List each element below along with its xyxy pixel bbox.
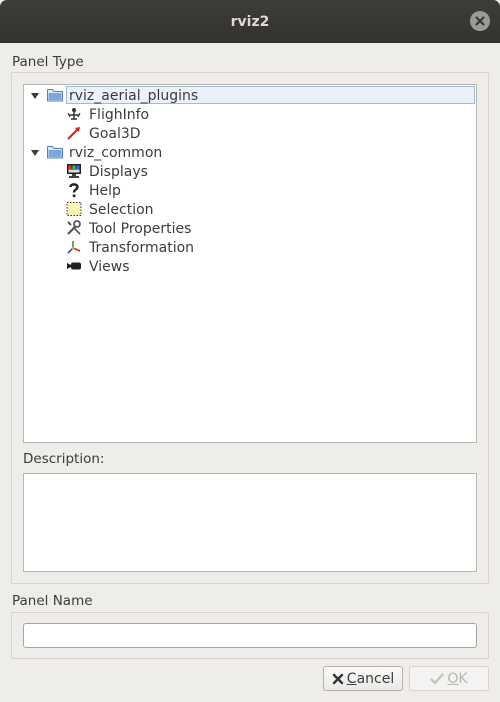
tools-icon (66, 220, 82, 236)
selection-icon (66, 201, 82, 217)
camera-icon (66, 258, 82, 274)
tree-item-label: Goal3D (89, 125, 141, 142)
tree-item-label: Help (89, 182, 121, 199)
tree-item-help[interactable]: Help (24, 181, 476, 200)
close-icon (475, 16, 485, 26)
tree-item-views[interactable]: Views (24, 257, 476, 276)
folder-icon (47, 144, 63, 160)
tree-item-label: Transformation (89, 239, 195, 256)
arrow-icon (66, 125, 82, 141)
question-icon (66, 182, 82, 198)
monitor-icon (66, 163, 82, 179)
tree-item-label: FlighInfo (89, 106, 150, 123)
expand-arrow-icon[interactable] (30, 91, 40, 101)
drone-icon (66, 106, 82, 122)
tree-group-rviz-common[interactable]: rviz_common (24, 143, 476, 162)
tree-item-label: Tool Properties (89, 220, 192, 237)
description-label: Description: (23, 451, 105, 467)
tree-item-tool-properties[interactable]: Tool Properties (24, 219, 476, 238)
checkmark-icon (430, 672, 444, 685)
ok-label: K (458, 670, 468, 687)
tree-item-displays[interactable]: Displays (24, 162, 476, 181)
dialog-window: rviz2 Panel Type rviz_aerial_plugins Fli… (0, 0, 500, 702)
panel-name-label: Panel Name (12, 593, 93, 609)
panel-type-label: Panel Type (12, 54, 84, 70)
tree-item-transformation[interactable]: Transformation (24, 238, 476, 257)
folder-icon (47, 87, 63, 103)
ok-button[interactable]: OK (409, 666, 489, 691)
panel-name-input[interactable] (23, 623, 477, 648)
tree-item-selection[interactable]: Selection (24, 200, 476, 219)
cancel-label: ancel (356, 670, 395, 687)
expand-arrow-icon[interactable] (30, 148, 40, 158)
cancel-mnemonic: C (346, 670, 357, 687)
tree-group-label: rviz_common (69, 144, 163, 161)
close-button[interactable] (470, 11, 490, 31)
tree-item-label: Displays (89, 163, 148, 180)
tree-group-label: rviz_aerial_plugins (69, 87, 199, 104)
tree-item-label: Views (89, 258, 130, 275)
title-bar: rviz2 (0, 0, 500, 43)
panel-type-tree[interactable]: rviz_aerial_plugins FlighInfo Goal3D rvi… (23, 84, 477, 443)
cancel-icon (332, 673, 344, 685)
axes-icon (66, 239, 82, 255)
tree-item-goal3d[interactable]: Goal3D (24, 124, 476, 143)
description-box (23, 473, 477, 572)
tree-item-label: Selection (89, 201, 154, 218)
ok-mnemonic: O (447, 670, 459, 687)
tree-group-rviz-aerial-plugins[interactable]: rviz_aerial_plugins (24, 86, 476, 105)
window-title: rviz2 (230, 13, 270, 30)
cancel-button[interactable]: Cancel (323, 666, 403, 691)
tree-item-flighinfo[interactable]: FlighInfo (24, 105, 476, 124)
